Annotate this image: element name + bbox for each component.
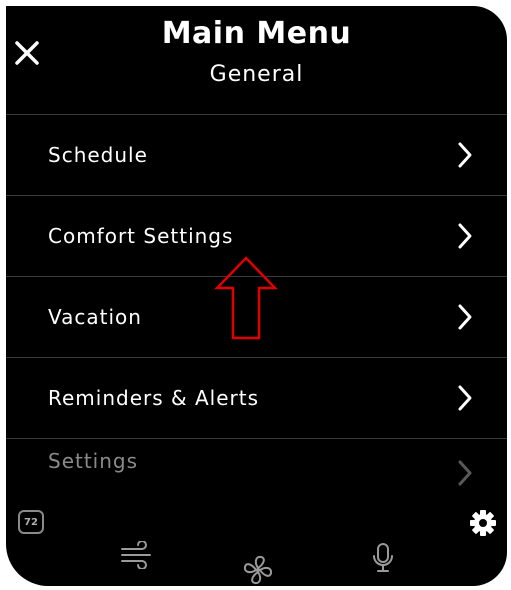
menu-item-schedule[interactable]: Schedule [6,114,507,195]
wind-icon[interactable] [120,541,154,569]
menu-item-label: Settings [48,449,139,473]
menu-item-label: Vacation [48,305,142,329]
menu-item-label: Schedule [48,143,148,167]
menu-item-reminders-alerts[interactable]: Reminders & Alerts [6,357,507,438]
page-title: Main Menu [161,16,352,51]
microphone-icon[interactable] [370,542,396,574]
menu-item-label: Comfort Settings [48,224,234,248]
gear-icon[interactable] [468,508,498,538]
temperature-badge[interactable]: 72 [18,510,44,534]
up-arrow-annotation [214,256,278,340]
chevron-right-icon [458,142,472,168]
menu-item-settings[interactable]: Settings [6,438,507,519]
page-subtitle: General [209,62,304,87]
chevron-right-icon [458,460,472,486]
menu-item-label: Reminders & Alerts [48,386,259,410]
chevron-right-icon [458,304,472,330]
thermostat-screen: Main Menu General Schedule Comfort Setti… [6,6,507,586]
chevron-right-icon [458,385,472,411]
chevron-right-icon [458,223,472,249]
fan-icon[interactable] [242,554,274,586]
